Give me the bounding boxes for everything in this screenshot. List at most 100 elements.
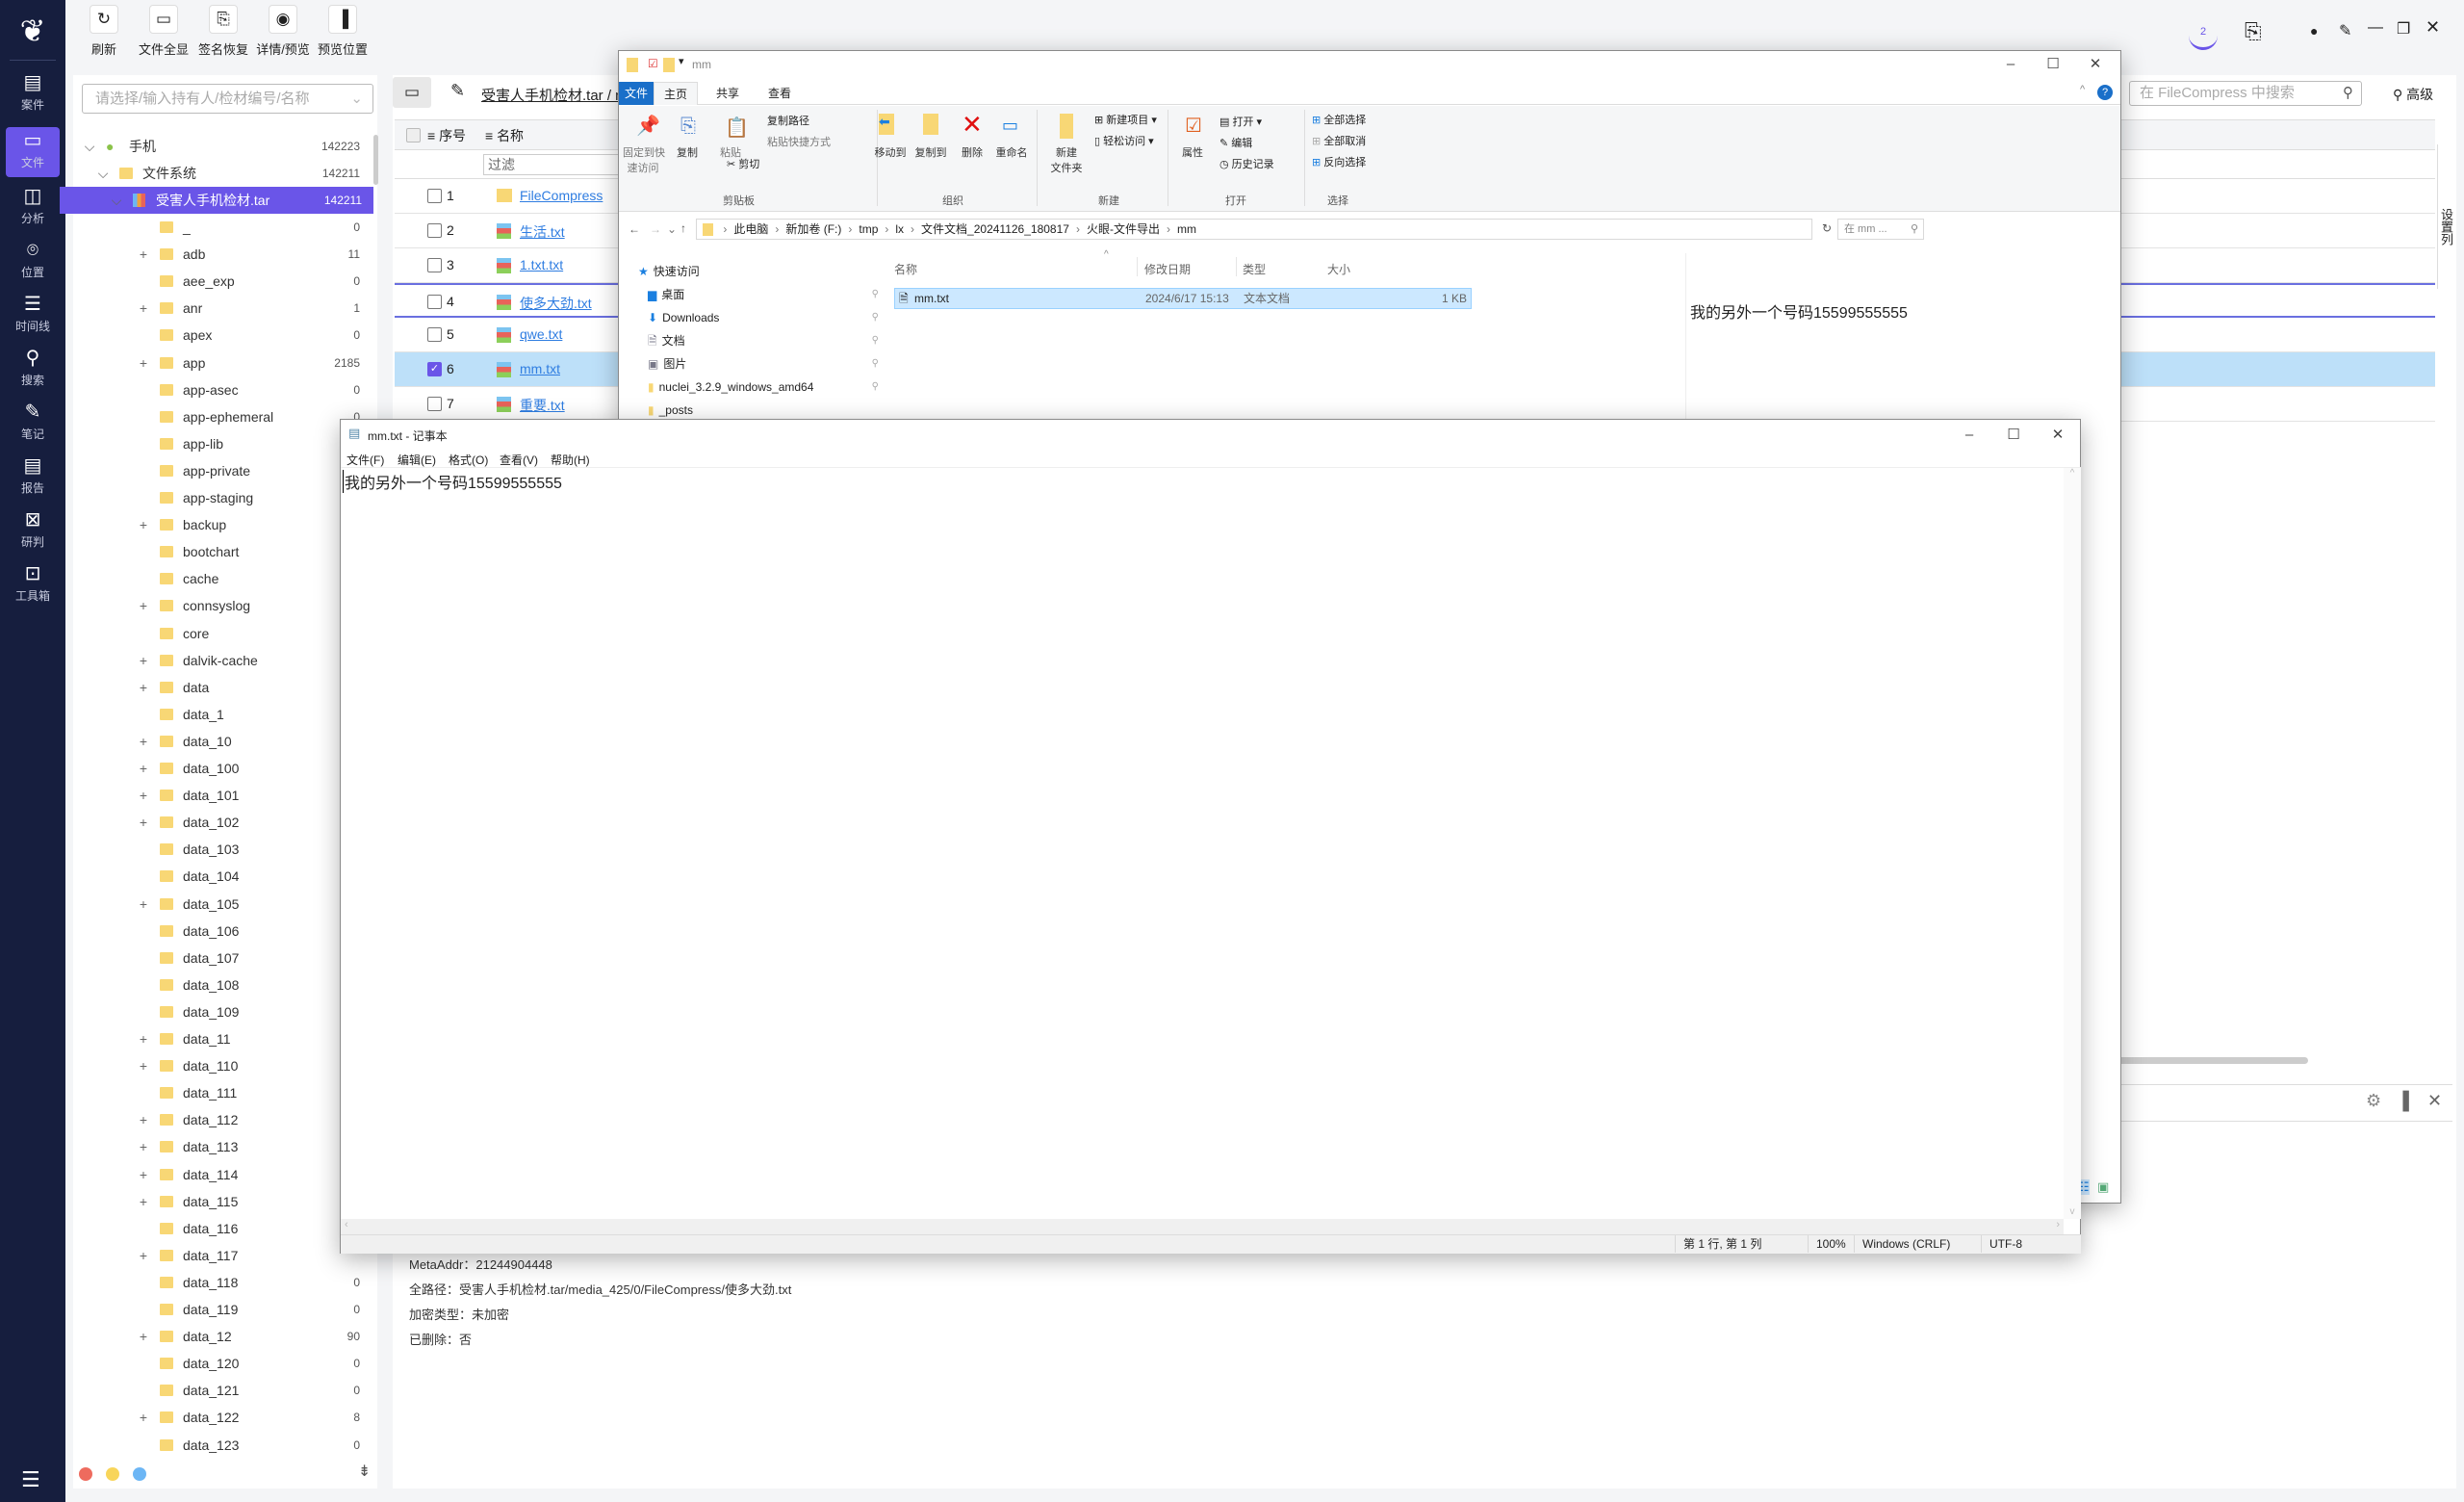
edit-icon[interactable]: ✎ (450, 81, 465, 101)
notepad-menu-item[interactable]: 编辑(E) (398, 452, 436, 468)
tree-node[interactable]: bootchart (73, 538, 372, 565)
column-settings-tab[interactable]: 设置列 (2437, 144, 2454, 289)
tree-node[interactable]: ⌵ 文件系统 142211 (73, 160, 372, 187)
expand-icon[interactable]: + (137, 592, 150, 619)
up-button[interactable]: ↑ (680, 221, 686, 235)
maximize-button[interactable]: ☐ (2032, 51, 2074, 78)
address-chevron-icon[interactable]: › (885, 222, 888, 236)
row-checkbox[interactable] (427, 258, 442, 272)
address-segment[interactable]: tmp (859, 222, 878, 236)
tree-node[interactable]: + dalvik-cache (73, 647, 372, 674)
task-progress-badge[interactable]: 2 (2189, 21, 2218, 50)
nav-item-5[interactable]: ⚲ 搜索 (6, 345, 60, 395)
tree-node[interactable]: data_106 (73, 918, 372, 945)
chevron-down-icon[interactable]: ⌵ (110, 187, 123, 214)
nav-pane-item[interactable]: ▣ 图片 ⚲ (648, 353, 879, 375)
paste-shortcut-button[interactable]: 粘贴快捷方式 (767, 134, 831, 149)
expand-icon[interactable]: + (137, 1404, 150, 1431)
tree-node[interactable]: + data_11 (73, 1025, 372, 1052)
nav-item-7[interactable]: ▤ 报告 (6, 453, 60, 503)
copy-to-button[interactable]: 复制到 (911, 144, 950, 160)
row-checkbox[interactable] (427, 397, 442, 411)
easy-access-button[interactable]: ▯ 轻松访问 ▾ (1094, 133, 1154, 148)
tree-node[interactable]: data_118 0 (73, 1269, 372, 1296)
tree-node[interactable]: + data_122 8 (73, 1404, 372, 1431)
tree-node[interactable]: + data_115 (73, 1188, 372, 1215)
pin-icon[interactable]: ⚲ (872, 330, 879, 351)
tree-node[interactable]: data_107 (73, 945, 372, 971)
row-name-link[interactable]: mm.txt (520, 361, 560, 376)
tree-node[interactable]: ⌵ 受害人手机检材.tar 142211 (60, 187, 373, 214)
header-name[interactable]: 名称 (894, 261, 917, 277)
toolbar-button-2[interactable]: ⎘ 签名恢复 (194, 5, 252, 58)
horizontal-scrollbar[interactable] (2116, 1057, 2308, 1064)
header-date[interactable]: 修改日期 (1144, 261, 1191, 277)
tree-node[interactable]: + data_10 (73, 728, 372, 755)
expand-icon[interactable]: + (137, 1242, 150, 1269)
tree-node[interactable]: data_111 (73, 1079, 372, 1106)
row-name-link[interactable]: 重要.txt (520, 396, 565, 415)
tree-node[interactable]: data_109 (73, 998, 372, 1025)
expand-icon[interactable]: + (137, 1052, 150, 1079)
maximize-button[interactable]: ☐ (1992, 422, 2035, 449)
move-to-button[interactable]: 移动到 (871, 144, 910, 160)
address-chevron-icon[interactable]: › (1167, 222, 1170, 236)
tree-node[interactable]: ⌵ ● 手机 142223 (73, 133, 372, 160)
tree-node[interactable]: _ 0 (73, 214, 372, 241)
expand-icon[interactable]: + (137, 728, 150, 755)
ribbon-tab-3[interactable]: 查看 (757, 82, 802, 105)
expand-icon[interactable]: + (137, 755, 150, 782)
nav-item-2[interactable]: ◫ 分析 (6, 183, 60, 233)
properties-button[interactable]: 属性 (1177, 144, 1208, 160)
address-segment[interactable]: 新加卷 (F:) (785, 222, 841, 236)
column-name[interactable]: ≡ 名称 (485, 120, 524, 151)
help-icon[interactable]: ? (2097, 85, 2113, 100)
column-index[interactable]: ≡ 序号 (427, 120, 466, 151)
chevron-down-icon[interactable]: ⌵ (96, 160, 110, 187)
nav-pane-item[interactable]: ⬇ Downloads ⚲ (648, 307, 879, 328)
tree-node[interactable]: aee_exp 0 (73, 268, 372, 295)
settings-gear-icon[interactable]: ⚙ (2366, 1091, 2381, 1111)
file-row-mm[interactable]: 🗎 mm.txt 2024/6/17 15:13 文本文档 1 KB (894, 288, 1472, 309)
folder-search-input[interactable]: 在 mm ... ⚲ (1837, 219, 1924, 240)
minimize-icon[interactable]: — (2368, 19, 2383, 37)
collapse-ribbon-icon[interactable]: ^ (2080, 84, 2085, 95)
restore-icon[interactable]: ❐ (2397, 19, 2410, 39)
new-folder-quick-icon[interactable] (663, 58, 675, 72)
row-name-link[interactable]: 1.txt.txt (520, 257, 563, 272)
search-input[interactable]: 在 FileCompress 中搜索 ⚲ (2129, 81, 2362, 106)
pin-icon[interactable]: ⚲ (872, 353, 879, 375)
address-chevron-icon[interactable]: › (723, 222, 727, 236)
notepad-text-area[interactable]: 我的另外一个号码15599555555 (341, 468, 2064, 1219)
expand-icon[interactable]: + (137, 782, 150, 809)
tree-node[interactable]: + data_112 (73, 1106, 372, 1133)
nav-item-6[interactable]: ✎ 笔记 (6, 399, 60, 449)
nav-item-0[interactable]: ▤ 案件 (6, 69, 60, 119)
tree-node[interactable]: + data_117 (73, 1242, 372, 1269)
row-checkbox[interactable] (427, 295, 442, 309)
row-checkbox[interactable] (427, 327, 442, 342)
export-file-icon[interactable]: ⎘ (2245, 19, 2262, 44)
pin-icon[interactable]: ⚲ (872, 376, 879, 398)
address-segment[interactable]: mm (1177, 222, 1196, 236)
tree-node[interactable]: app-staging (73, 484, 372, 511)
tree-node[interactable]: + adb 11 (73, 241, 372, 268)
address-segment[interactable]: lx (895, 222, 904, 236)
tree-node[interactable]: data_121 0 (73, 1377, 372, 1404)
address-bar[interactable]: › 此电脑 › 新加卷 (F:) › tmp › lx › 文件文档_20241126_18081… (696, 219, 1812, 240)
invert-selection-button[interactable]: ⊞ 反向选择 (1312, 154, 1366, 169)
tree-node[interactable]: +data1 (73, 674, 372, 701)
hamburger-icon[interactable]: ☰ (21, 1467, 40, 1492)
advanced-search-button[interactable]: ⚲ 高级 (2393, 85, 2433, 104)
close-details-icon[interactable]: ✕ (2427, 1091, 2442, 1111)
tree-node[interactable]: data_116 (73, 1215, 372, 1242)
address-chevron-icon[interactable]: › (775, 222, 779, 236)
rename-button[interactable]: 重命名 (992, 144, 1031, 160)
tree-node[interactable]: data_108 (73, 971, 372, 998)
toolbar-button-4[interactable]: ▐ 预览位置 (314, 5, 372, 58)
header-size[interactable]: 大小 (1327, 261, 1350, 277)
tree-node[interactable]: + backup (73, 511, 372, 538)
tree-node[interactable]: + data_100 (73, 755, 372, 782)
tree-node[interactable]: + anr 1 (73, 295, 372, 322)
expand-icon[interactable]: + (137, 1133, 150, 1160)
